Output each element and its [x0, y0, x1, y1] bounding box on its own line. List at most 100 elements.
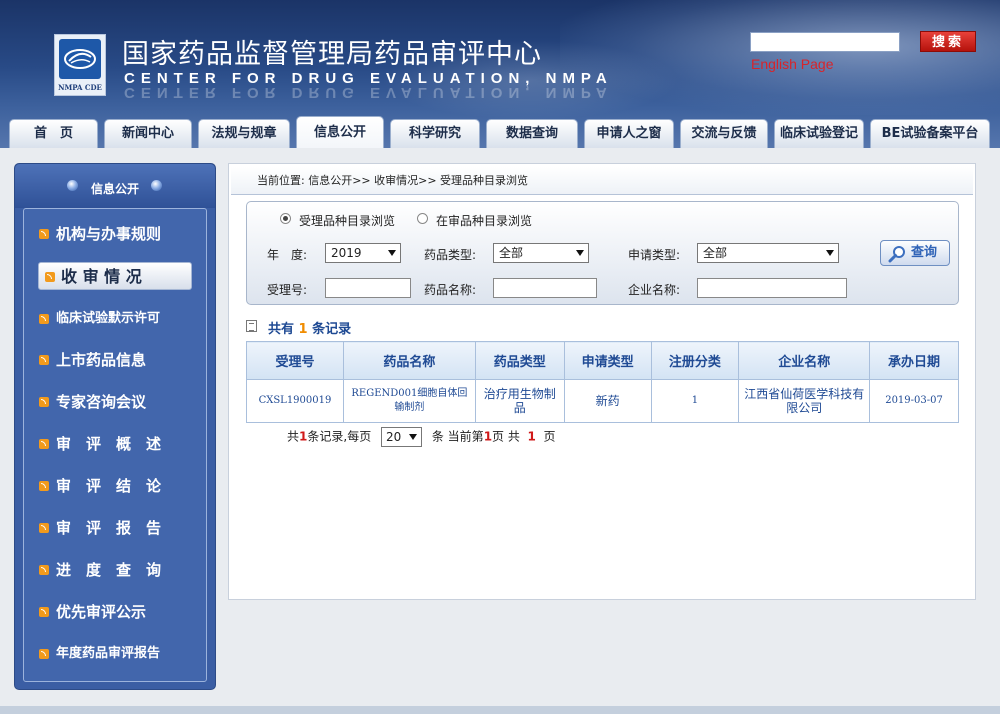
year-select-value: 2019	[331, 246, 362, 260]
sidebar-item-expert-meeting[interactable]: 专家咨询会议	[24, 388, 208, 416]
result-count-suffix: 条记录	[312, 322, 352, 337]
accept-no-label: 受理号:	[267, 283, 308, 297]
cell-apply-type: 新药	[563, 379, 652, 423]
sidebar-item-report[interactable]: 审 评 报 告	[24, 514, 208, 542]
sidebar-item-label: 进 度 查 询	[56, 561, 162, 579]
pager-text: 条 当前第	[431, 429, 484, 444]
per-page-select[interactable]: 20	[381, 427, 423, 447]
pager-text: 条记录,每页	[307, 429, 372, 444]
column-header[interactable]: 企业名称	[738, 341, 871, 380]
footer-bar	[0, 706, 1000, 714]
cell-date: 2019-03-07	[869, 379, 959, 423]
english-page-link[interactable]: English Page	[751, 56, 834, 72]
sidebar-item-marketed-drugs[interactable]: 上市药品信息	[24, 346, 208, 374]
sidebar-item-label: 专家咨询会议	[56, 393, 147, 411]
tab-applicant[interactable]: 申请人之窗	[584, 119, 674, 148]
tab-news[interactable]: 新闻中心	[104, 119, 192, 148]
drug-name-label: 药品名称:	[424, 283, 477, 297]
column-header[interactable]: 药品类型	[474, 341, 565, 380]
company-input[interactable]	[697, 278, 847, 298]
apply-type-select[interactable]: 全部	[697, 243, 839, 263]
sidebar: 信息公开 机构与办事规则 收 审 情 况 临床试验默示许可 上市药品信息 专家咨…	[14, 163, 216, 690]
chevron-down-icon	[826, 250, 834, 256]
apply-type-label: 申请类型:	[628, 248, 681, 262]
sidebar-item-label: 优先审评公示	[56, 603, 147, 621]
query-button-label: 查询	[911, 245, 938, 260]
bullet-icon	[151, 180, 162, 191]
radio-accepted-list[interactable]	[280, 213, 291, 224]
tab-feedback[interactable]: 交流与反馈	[680, 119, 768, 148]
column-header[interactable]: 药品名称	[342, 341, 476, 380]
column-header[interactable]: 注册分类	[650, 341, 740, 380]
apply-type-select-value: 全部	[703, 246, 728, 260]
year-label: 年 度:	[267, 248, 308, 262]
chevron-down-icon	[576, 250, 584, 256]
sidebar-item-acceptance[interactable]: 收 审 情 况	[38, 262, 192, 290]
tab-research[interactable]: 科学研究	[390, 119, 480, 148]
rss-icon	[45, 272, 55, 282]
tab-info-disclosure[interactable]: 信息公开	[296, 116, 384, 148]
company-label: 企业名称:	[628, 283, 681, 297]
sidebar-item-label: 机构与办事规则	[56, 225, 162, 243]
sidebar-title: 信息公开	[90, 182, 139, 196]
site-title-en-reflection: CENTER FOR DRUG EVALUATION, NMPA	[124, 84, 613, 101]
site-logo[interactable]: NMPA CDE	[54, 34, 106, 96]
sidebar-item-progress[interactable]: 进 度 查 询	[24, 556, 208, 584]
sidebar-item-priority[interactable]: 优先审评公示	[24, 598, 208, 626]
pager-pages: 1	[527, 429, 536, 444]
table-header-row: 受理号 药品名称 药品类型 申请类型 注册分类 企业名称 承办日期	[246, 341, 959, 380]
sidebar-item-label: 年度药品审评报告	[56, 646, 161, 661]
pager-text: 页	[543, 429, 556, 444]
logo-mark-icon	[59, 39, 101, 79]
column-header[interactable]: 受理号	[246, 341, 344, 380]
sidebar-item-label: 上市药品信息	[56, 351, 147, 369]
drug-type-select-value: 全部	[499, 246, 524, 260]
column-header[interactable]: 申请类型	[563, 341, 652, 380]
tab-data-query[interactable]: 数据查询	[486, 119, 578, 148]
sidebar-item-clinical-license[interactable]: 临床试验默示许可	[24, 305, 208, 333]
tab-home[interactable]: 首 页	[9, 119, 98, 148]
filter-panel: 受理品种目录浏览 在审品种目录浏览 年 度: 2019 药品类型: 全部 申请类…	[246, 201, 959, 305]
sidebar-item-label: 收 审 情 况	[61, 267, 142, 286]
rss-icon	[39, 607, 49, 617]
results-table: 受理号 药品名称 药品类型 申请类型 注册分类 企业名称 承办日期 CXSL19…	[246, 341, 959, 423]
result-count: 共有 1 条记录	[246, 318, 351, 337]
rss-icon	[39, 649, 49, 659]
tab-be-platform[interactable]: BE试验备案平台	[870, 119, 990, 148]
cell-accept-no[interactable]: CXSL1900019	[246, 379, 344, 423]
sidebar-item-conclusion[interactable]: 审 评 结 论	[24, 472, 208, 500]
search-input[interactable]	[750, 32, 900, 52]
magnifier-icon	[888, 246, 905, 263]
sidebar-menu: 机构与办事规则 收 审 情 况 临床试验默示许可 上市药品信息 专家咨询会议 审…	[23, 208, 207, 682]
sidebar-item-label: 审 评 报 告	[56, 519, 162, 537]
search-button[interactable]: 搜索	[920, 31, 976, 52]
cell-company: 江西省仙荷医学科技有限公司	[738, 379, 871, 423]
tab-regulations[interactable]: 法规与规章	[198, 119, 290, 148]
per-page-value: 20	[386, 430, 402, 444]
year-select[interactable]: 2019	[325, 243, 401, 263]
pager-current: 1	[483, 429, 493, 444]
sidebar-item-overview[interactable]: 审 评 概 述	[24, 430, 208, 458]
rss-icon	[39, 229, 49, 239]
table-row[interactable]: CXSL1900019 REGEND001细胞自体回输制剂 治疗用生物制品 新药…	[246, 379, 959, 423]
breadcrumb: 当前位置: 信息公开>> 收审情况>> 受理品种目录浏览	[231, 167, 973, 195]
sidebar-item-annual-report[interactable]: 年度药品审评报告	[24, 640, 208, 668]
tab-clinical-trial[interactable]: 临床试验登记	[774, 119, 864, 148]
column-header[interactable]: 承办日期	[869, 341, 959, 380]
cell-register-class: 1	[650, 379, 740, 423]
main-nav: 首 页 新闻中心 法规与规章 信息公开 科学研究 数据查询 申请人之窗 交流与反…	[0, 116, 1000, 148]
rss-icon	[39, 481, 49, 491]
rss-icon	[39, 565, 49, 575]
drug-type-label: 药品类型:	[424, 248, 477, 262]
rss-icon	[39, 397, 49, 407]
accept-no-input[interactable]	[325, 278, 411, 298]
query-button[interactable]: 查询	[880, 240, 950, 266]
drug-type-select[interactable]: 全部	[493, 243, 589, 263]
drug-name-input[interactable]	[493, 278, 597, 298]
result-count-prefix: 共有	[268, 322, 295, 337]
sidebar-item-rules[interactable]: 机构与办事规则	[24, 220, 208, 248]
pagination: 共1条记录,每页 20 条 当前第1页 共 1 页	[287, 427, 556, 447]
radio-in-review-list[interactable]	[417, 213, 428, 224]
chevron-down-icon	[388, 250, 396, 256]
pager-text: 共	[287, 429, 300, 444]
